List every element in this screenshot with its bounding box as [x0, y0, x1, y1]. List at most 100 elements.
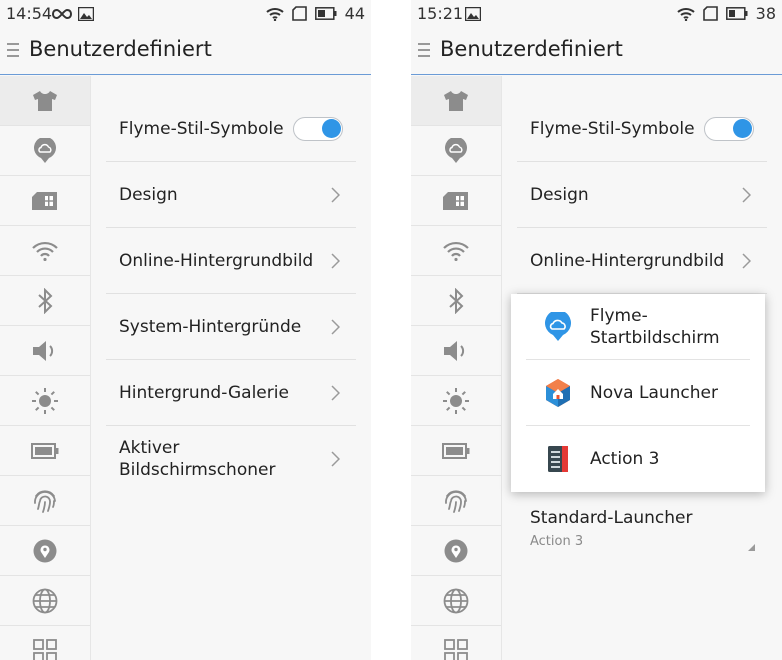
sidebar-item-battery[interactable]	[411, 426, 501, 476]
volume-icon	[33, 340, 54, 361]
menu-item-online-wallpaper[interactable]: Online-Hintergrundbild	[106, 228, 356, 294]
location-icon	[444, 539, 468, 562]
image-icon	[78, 7, 94, 21]
chevron-right-icon	[331, 252, 340, 269]
toggle-knob	[733, 118, 752, 138]
sidebar-item-language[interactable]	[0, 576, 90, 626]
sidebar-item-language[interactable]	[411, 576, 501, 626]
chevron-right-icon	[331, 451, 340, 467]
battery-status-icon	[725, 7, 748, 20]
sidebar-item-display[interactable]	[0, 376, 90, 426]
flyme-launcher-icon	[545, 311, 571, 341]
brightness-icon	[443, 387, 469, 414]
row-label: Aktiver Bildschirmschoner	[119, 438, 276, 480]
fingerprint-icon	[34, 489, 56, 513]
row-label: Design	[530, 184, 589, 205]
popup-option-flyme[interactable]: Flyme-Startbildschirm	[526, 294, 750, 360]
sidebar-item-sim[interactable]	[411, 176, 501, 226]
sidebar-item-display[interactable]	[411, 376, 501, 426]
globe-icon	[32, 588, 58, 613]
sidebar-item-sound[interactable]	[0, 326, 90, 376]
sidebar-item-sim[interactable]	[0, 176, 90, 226]
battery-level: 38	[755, 4, 776, 23]
row-label: Design	[119, 184, 178, 205]
sidebar-item-battery[interactable]	[0, 426, 90, 476]
status-time: 14:54	[6, 4, 53, 23]
sidebar-item-fingerprint[interactable]	[0, 476, 90, 526]
menu-item-wallpaper-gallery[interactable]: Hintergrund-Galerie	[106, 360, 356, 426]
popup-option-action3[interactable]: Action 3	[526, 426, 750, 492]
sidebar-item-fingerprint[interactable]	[411, 476, 501, 526]
cloud-icon	[34, 137, 56, 163]
launcher-picker-popup: Flyme-Startbildschirm Nova Launcher Acti…	[511, 294, 765, 492]
default-launcher-row[interactable]: Standard-Launcher Action 3	[517, 504, 767, 570]
left-screen: 14:54 44 Benutzerdefiniert Flyme-Stil-Sy…	[0, 0, 371, 660]
sidebar-item-personalize[interactable]	[411, 76, 501, 126]
flyme-icons-row[interactable]: Flyme-Stil-Symbole	[106, 96, 356, 162]
popup-option-label: Action 3	[590, 449, 660, 469]
bluetooth-icon	[449, 287, 464, 314]
menu-icon[interactable]	[7, 42, 19, 58]
popup-option-nova[interactable]: Nova Launcher	[526, 360, 750, 426]
image-icon	[465, 7, 481, 21]
battery-icon	[31, 442, 59, 459]
sidebar-item-apps[interactable]	[411, 626, 501, 660]
sidebar-item-wifi[interactable]	[0, 226, 90, 276]
app-bar: Benutzerdefiniert	[411, 28, 782, 75]
row-label: Flyme-Stil-Symbole	[530, 118, 695, 139]
brightness-icon	[32, 387, 58, 414]
shirt-icon	[33, 90, 57, 111]
wifi-icon	[443, 241, 469, 261]
sidebar-item-location[interactable]	[0, 526, 90, 576]
app-bar: Benutzerdefiniert	[0, 28, 371, 75]
chevron-right-icon	[742, 186, 751, 203]
page-title: Benutzerdefiniert	[440, 37, 623, 61]
chevron-right-icon	[742, 252, 751, 269]
globe-icon	[443, 588, 469, 613]
default-launcher-label: Standard-Launcher	[530, 508, 693, 528]
category-sidebar	[0, 76, 91, 660]
sim-card-icon	[32, 191, 57, 210]
menu-item-design[interactable]: Design	[517, 162, 767, 228]
menu-icon[interactable]	[418, 42, 430, 58]
wifi-icon	[32, 241, 58, 261]
flyme-icons-toggle[interactable]	[293, 116, 343, 141]
sidebar-item-cloud[interactable]	[0, 126, 90, 176]
chevron-right-icon	[331, 186, 340, 203]
wifi-status-icon	[265, 7, 284, 21]
menu-item-screensaver[interactable]: Aktiver Bildschirmschoner	[106, 426, 356, 492]
sidebar-item-bluetooth[interactable]	[411, 276, 501, 326]
sidebar-item-apps[interactable]	[0, 626, 90, 660]
sim-status-icon	[291, 6, 307, 21]
row-label: Online-Hintergrundbild	[119, 250, 314, 271]
right-screen: 15:21 38 Benutzerdefiniert Flyme-Stil-Sy…	[411, 0, 782, 660]
dropdown-caret-icon	[748, 544, 755, 551]
row-label: Flyme-Stil-Symbole	[119, 118, 284, 139]
sidebar-item-bluetooth[interactable]	[0, 276, 90, 326]
location-icon	[33, 539, 57, 562]
popup-option-label: Flyme-Startbildschirm	[590, 305, 720, 348]
category-sidebar	[411, 76, 502, 660]
sidebar-item-personalize[interactable]	[0, 76, 90, 126]
flyme-icons-toggle[interactable]	[704, 116, 754, 141]
infinity-icon	[52, 8, 72, 20]
status-bar: 15:21 38	[411, 0, 782, 28]
menu-item-system-wallpapers[interactable]: System-Hintergründe	[106, 294, 356, 360]
chevron-right-icon	[331, 318, 340, 335]
sidebar-item-wifi[interactable]	[411, 226, 501, 276]
status-bar: 14:54 44	[0, 0, 371, 28]
row-label: Hintergrund-Galerie	[119, 382, 289, 403]
sidebar-item-cloud[interactable]	[411, 126, 501, 176]
cloud-icon	[445, 137, 467, 163]
sidebar-item-location[interactable]	[411, 526, 501, 576]
row-label: System-Hintergründe	[119, 316, 302, 337]
bluetooth-icon	[38, 287, 53, 314]
menu-item-design[interactable]: Design	[106, 162, 356, 228]
apps-grid-icon	[444, 638, 468, 660]
volume-icon	[444, 340, 465, 361]
flyme-icons-row[interactable]: Flyme-Stil-Symbole	[517, 96, 767, 162]
shirt-icon	[444, 90, 468, 111]
row-label: Online-Hintergrundbild	[530, 250, 725, 271]
menu-item-online-wallpaper[interactable]: Online-Hintergrundbild	[517, 228, 767, 294]
sidebar-item-sound[interactable]	[411, 326, 501, 376]
